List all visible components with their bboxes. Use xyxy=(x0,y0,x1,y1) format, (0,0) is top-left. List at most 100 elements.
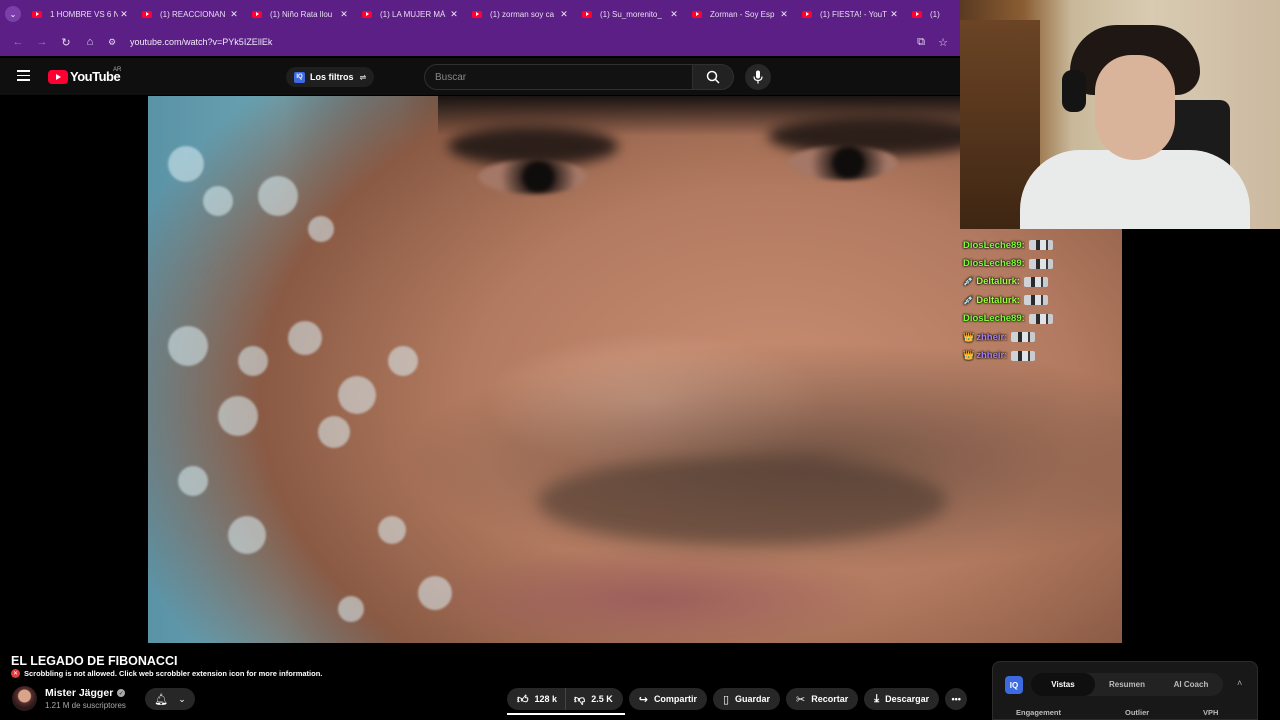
iq-tab[interactable]: Vistas xyxy=(1031,673,1095,696)
tab-title: Zorman - Soy Esp xyxy=(710,9,775,19)
more-horizontal-icon: ••• xyxy=(951,694,961,704)
browser-tab[interactable]: (1) Niño Rata llou ✕ xyxy=(246,0,356,28)
back-arrow-icon: ← xyxy=(12,36,24,48)
browser-tab[interactable]: Zorman - Soy Esp ✕ xyxy=(686,0,796,28)
chevron-up-icon[interactable]: ˄ xyxy=(1237,678,1242,688)
chat-username: zhheir: xyxy=(976,331,1008,343)
webcam-detail xyxy=(1095,55,1175,160)
browser-tab[interactable]: (1) Su_morenito_ ✕ xyxy=(576,0,686,28)
chat-emote-icon xyxy=(1011,332,1036,343)
reload-button[interactable]: ↻ xyxy=(54,30,78,54)
browser-tab[interactable]: (1) FIESTA! - YouT ✕ xyxy=(796,0,906,28)
tab-close-icon[interactable]: ✕ xyxy=(228,9,240,20)
tab-close-icon[interactable]: ✕ xyxy=(888,9,900,20)
home-button[interactable]: ⌂ xyxy=(78,30,102,54)
bokeh-light xyxy=(318,416,350,448)
tab-close-icon[interactable]: ✕ xyxy=(558,9,570,20)
home-icon: ⌂ xyxy=(86,36,94,48)
chat-emote-icon xyxy=(1024,295,1049,306)
chat-emote-icon xyxy=(1028,240,1053,251)
tab-close-icon[interactable]: ✕ xyxy=(448,9,460,20)
iq-tab[interactable]: AI Coach xyxy=(1159,673,1223,696)
tab-title: (1) REACCIONAN xyxy=(160,9,226,19)
channel-avatar[interactable] xyxy=(12,686,37,711)
omnibox[interactable]: ⚙ youtube.com/watch?v=PYk5IZEllEk xyxy=(108,30,910,54)
chat-message: 👑 zhheir: xyxy=(963,346,1123,364)
bokeh-light xyxy=(238,346,268,376)
bokeh-light xyxy=(218,396,258,436)
tab-title: (1) Niño Rata llou xyxy=(270,9,333,19)
browser-tab[interactable]: (1) Cóm xyxy=(906,0,946,28)
youtube-favicon-icon xyxy=(582,10,592,18)
hamburger-menu-icon[interactable] xyxy=(17,70,30,81)
error-icon: ✕ xyxy=(11,669,20,678)
youtube-favicon-icon xyxy=(252,10,262,18)
scissors-icon: ✂ xyxy=(796,693,806,706)
iq-metric-label: VPH xyxy=(1203,708,1219,717)
thumbs-up-icon: 👍︎ xyxy=(517,693,529,706)
save-label: Guardar xyxy=(735,694,771,704)
chat-message: DiosLeche89: xyxy=(963,236,1123,254)
like-dislike-group: 👍︎ 128 k 👎︎ 2.5 K xyxy=(507,688,626,715)
stream-chat-overlay: DiosLeche89: DiosLeche89: 💉 Deltalurk: 💉 Delt… xyxy=(963,236,1123,365)
browser-tab[interactable]: 1 HOMBRE VS 6 N ✕ xyxy=(26,0,136,28)
browser-tab[interactable]: (1) LA MUJER MÁ ✕ xyxy=(356,0,466,28)
tab-close-icon[interactable]: ✕ xyxy=(668,9,680,20)
clip-button[interactable]: ✂ Recortar xyxy=(786,688,859,710)
scrobbler-warning: ✕ Scrobbling is not allowed. Click web s… xyxy=(11,669,322,678)
site-info-icon[interactable]: ⚙ xyxy=(108,37,122,48)
search-button[interactable] xyxy=(692,64,734,90)
download-icon: ⤓ xyxy=(874,692,880,705)
video-frame-detail xyxy=(478,160,588,194)
channel-name-row[interactable]: Mister Jägger ✓ xyxy=(45,687,126,699)
iq-badge: IQ xyxy=(294,71,305,83)
scrobbler-message: Scrobbling is not allowed. Click web scr… xyxy=(24,669,323,678)
browser-tab[interactable]: (1) zorman soy ca ✕ xyxy=(466,0,576,28)
iq-logo[interactable]: IQ xyxy=(1005,676,1023,694)
like-button[interactable]: 👍︎ 128 k xyxy=(507,688,626,715)
chat-username: Deltalurk: xyxy=(976,276,1021,288)
bokeh-light xyxy=(338,596,364,622)
search-box[interactable] xyxy=(424,64,692,90)
tab-search-button[interactable]: ⌄ xyxy=(0,0,26,28)
video-frame-detail xyxy=(537,457,947,545)
tab-close-icon[interactable]: ✕ xyxy=(778,9,790,20)
tab-title: (1) LA MUJER MÁ xyxy=(380,9,446,19)
chat-badge-icon: 👑 xyxy=(963,331,975,342)
tab-close-icon[interactable]: ✕ xyxy=(338,9,350,20)
download-button[interactable]: ⤓ Descargar xyxy=(864,688,940,710)
chat-username: Deltalurk: xyxy=(976,294,1021,306)
chat-emote-icon xyxy=(1024,276,1049,287)
bokeh-light xyxy=(308,216,334,242)
more-actions-button[interactable]: ••• xyxy=(945,688,968,710)
iq-tabs: Vistas Resumen AI Coach xyxy=(1031,673,1223,696)
bokeh-light xyxy=(203,186,233,216)
search-input[interactable] xyxy=(435,71,692,83)
filters-button[interactable]: IQ Los filtros ⇌ xyxy=(286,67,375,87)
dislike-button[interactable]: 👎︎ 2.5 K xyxy=(566,688,623,710)
chat-username: DiosLeche89: xyxy=(963,313,1025,325)
back-button[interactable]: ← xyxy=(6,30,30,54)
bokeh-light xyxy=(168,326,208,366)
dislike-count: 2.5 K xyxy=(591,694,613,704)
chevron-down-icon: ⌄ xyxy=(5,6,21,22)
forward-arrow-icon: → xyxy=(36,36,48,48)
share-label: Compartir xyxy=(653,694,697,704)
install-app-button[interactable]: ⧉ xyxy=(910,30,932,54)
forward-button[interactable]: → xyxy=(30,30,54,54)
youtube-header: YouTube AR IQ Los filtros ⇌ xyxy=(0,58,960,95)
youtube-logo[interactable]: YouTube xyxy=(48,69,121,84)
tab-title: (1) Cóm xyxy=(930,9,940,19)
url-text[interactable]: youtube.com/watch?v=PYk5IZEllEk xyxy=(130,37,272,47)
notifications-button[interactable]: 🔔︎ ⌄ xyxy=(145,688,195,710)
save-button[interactable]: ▯ Guardar xyxy=(712,688,781,710)
bookmark-button[interactable]: ☆ xyxy=(932,30,954,54)
tab-close-icon[interactable]: ✕ xyxy=(118,9,130,20)
bokeh-light xyxy=(388,346,418,376)
voice-search-button[interactable] xyxy=(745,64,771,90)
browser-tab[interactable]: (1) REACCIONAN ✕ xyxy=(136,0,246,28)
iq-tab[interactable]: Resumen xyxy=(1095,673,1159,696)
verified-check-icon: ✓ xyxy=(117,689,126,697)
channel-name[interactable]: Mister Jägger xyxy=(45,687,113,699)
share-button[interactable]: ↪ Compartir xyxy=(628,688,707,710)
